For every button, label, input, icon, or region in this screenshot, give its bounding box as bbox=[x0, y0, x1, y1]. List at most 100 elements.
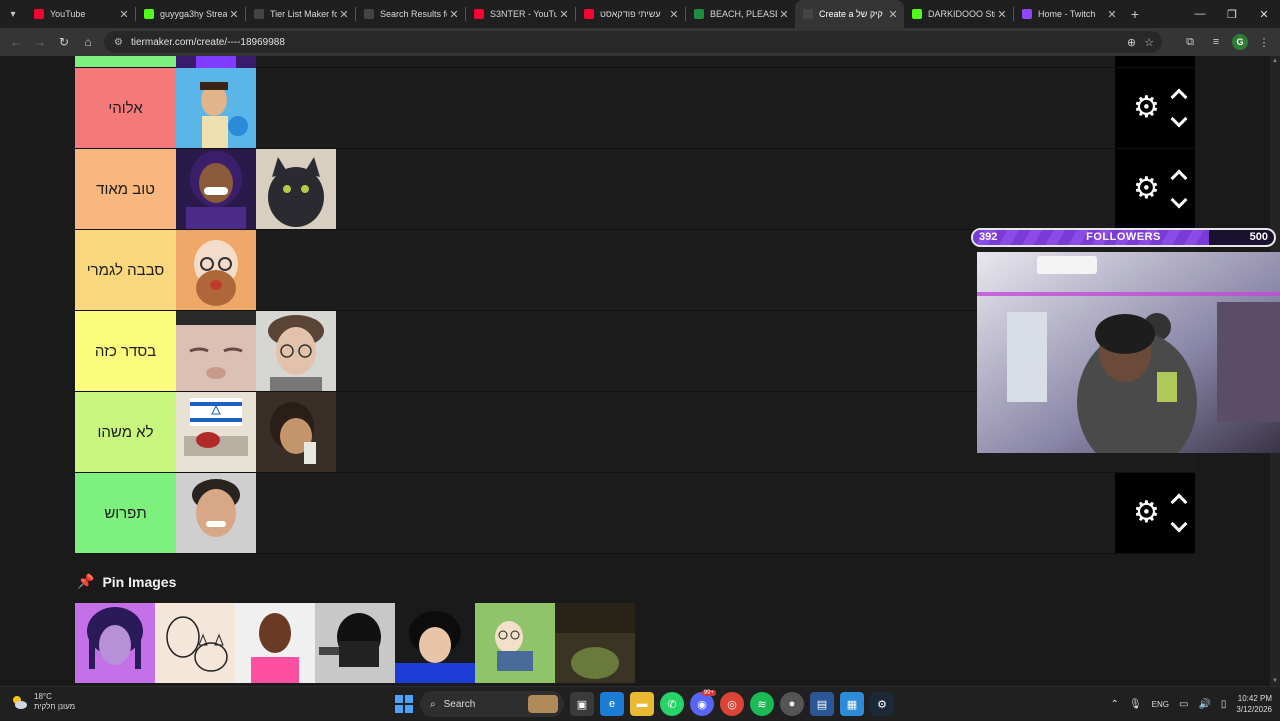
tier-label[interactable]: בסדר כזה bbox=[75, 311, 176, 391]
tier-label[interactable]: טוב מאוד bbox=[75, 149, 176, 229]
tier-items[interactable] bbox=[176, 68, 256, 148]
tier-image-anime-dark-character[interactable] bbox=[395, 603, 475, 683]
taskbar-search[interactable]: ⌕ Search bbox=[420, 691, 564, 717]
tier-image-smiling-man-purple-hood[interactable] bbox=[176, 149, 256, 229]
tier-image-smiling-man-curly[interactable] bbox=[176, 473, 256, 553]
move-down-icon[interactable] bbox=[1170, 110, 1188, 128]
chrome-icon[interactable]: ◎ bbox=[720, 692, 744, 716]
gear-icon[interactable]: ⚙ bbox=[1133, 93, 1160, 123]
tab-close-icon[interactable]: ✕ bbox=[1105, 8, 1119, 21]
minimize-button[interactable]: — bbox=[1184, 0, 1216, 28]
tier-image-pinchas-liv-poster[interactable] bbox=[555, 603, 635, 683]
tab-close-icon[interactable]: ✕ bbox=[447, 8, 461, 21]
tier-items[interactable] bbox=[176, 311, 336, 391]
browser-tab[interactable]: עשיתי פודקאסט ✕ bbox=[576, 0, 685, 28]
tier-image-masked-figure-gun[interactable] bbox=[315, 603, 395, 683]
tier-image-avatar-purple-top[interactable] bbox=[176, 56, 256, 68]
obs-icon[interactable]: ● bbox=[780, 692, 804, 716]
tier-items[interactable] bbox=[176, 230, 256, 310]
browser-tab[interactable]: Create a קיק של ✕ bbox=[795, 0, 904, 28]
browser-tab[interactable]: YouTube ✕ bbox=[26, 0, 135, 28]
tab-close-icon[interactable]: ✕ bbox=[886, 8, 900, 21]
bookmark-star-icon[interactable]: ☆ bbox=[1144, 36, 1154, 49]
tier-image-cartoon-lying-green[interactable] bbox=[475, 603, 555, 683]
task-view-icon[interactable]: ▣ bbox=[570, 692, 594, 716]
browser-menu-icon[interactable]: ⋮ bbox=[1254, 30, 1274, 54]
tab-close-icon[interactable]: ✕ bbox=[227, 8, 241, 21]
move-up-icon[interactable] bbox=[1170, 169, 1188, 187]
photos-icon[interactable]: ▦ bbox=[840, 692, 864, 716]
browser-tab[interactable]: guyyga3hy Stream✕ bbox=[136, 0, 245, 28]
tier-image-closeup-face[interactable] bbox=[176, 311, 256, 391]
tier-image-sketch-man-with-cat[interactable] bbox=[155, 603, 235, 683]
move-up-icon[interactable] bbox=[1170, 493, 1188, 511]
tab-close-icon[interactable]: ✕ bbox=[337, 8, 351, 21]
file-explorer-icon[interactable]: ▬ bbox=[630, 692, 654, 716]
media-control-icon[interactable]: ≡ bbox=[1206, 30, 1226, 54]
extensions-icon[interactable]: ⧉ bbox=[1180, 30, 1200, 54]
spotify-icon[interactable]: ≋ bbox=[750, 692, 774, 716]
volume-icon[interactable]: 🔊 bbox=[1198, 699, 1210, 710]
browser-tab[interactable]: DARKIDOOO Strea✕ bbox=[904, 0, 1013, 28]
move-down-icon[interactable] bbox=[1170, 515, 1188, 533]
forward-button[interactable]: → bbox=[28, 30, 52, 54]
tier-image-israel-flag-painting[interactable] bbox=[176, 392, 256, 472]
new-tab-button[interactable]: + bbox=[1123, 6, 1147, 22]
tier-image-purple-dreadlocks-avatar[interactable] bbox=[75, 603, 155, 683]
browser-tab[interactable]: S3NTER - YouTub ✕ bbox=[466, 0, 575, 28]
language-indicator[interactable]: ENG bbox=[1152, 700, 1169, 709]
steam-icon[interactable]: ⚙ bbox=[870, 692, 894, 716]
tier-label[interactable]: לא משהו bbox=[75, 392, 176, 472]
browser-tab[interactable]: Home - Twitch ✕ bbox=[1014, 0, 1123, 28]
tier-image-man-with-glasses[interactable] bbox=[256, 311, 336, 391]
tier-image-black-cat[interactable] bbox=[256, 149, 336, 229]
move-down-icon[interactable] bbox=[1170, 191, 1188, 209]
discord-icon[interactable]: ◉ 99+ bbox=[690, 690, 716, 716]
taskbar-clock[interactable]: 10:42 PM 3/12/2026 bbox=[1236, 693, 1272, 715]
home-button[interactable]: ⌂ bbox=[76, 30, 100, 54]
tier-image-man-drinking[interactable] bbox=[256, 392, 336, 472]
network-icon[interactable]: ▭ bbox=[1179, 699, 1188, 710]
windows-start-icon[interactable] bbox=[394, 694, 414, 714]
reload-button[interactable]: ↻ bbox=[52, 30, 76, 54]
tier-image-man-pink-shirt[interactable] bbox=[235, 603, 315, 683]
tier-image-cartoon-man-blue-bg[interactable] bbox=[176, 68, 256, 148]
zoom-icon[interactable]: ⊕ bbox=[1127, 36, 1136, 49]
tier-label[interactable]: אלוהי bbox=[75, 68, 176, 148]
tab-close-icon[interactable]: ✕ bbox=[995, 8, 1009, 21]
battery-icon[interactable]: ▯ bbox=[1221, 699, 1227, 710]
tier-items[interactable] bbox=[176, 56, 256, 68]
browser-tab[interactable]: Tier List Maker fo ✕ bbox=[246, 0, 355, 28]
edge-icon[interactable]: e bbox=[600, 692, 624, 716]
gear-icon[interactable]: ⚙ bbox=[1133, 498, 1160, 528]
tab-close-icon[interactable]: ✕ bbox=[667, 8, 681, 21]
notepad-icon[interactable]: ▤ bbox=[810, 692, 834, 716]
tab-close-icon[interactable]: ✕ bbox=[777, 8, 791, 21]
tray-overflow-icon[interactable]: ⌃ bbox=[1111, 699, 1119, 710]
tab-close-icon[interactable]: ✕ bbox=[117, 8, 131, 21]
tier-label[interactable]: סבבה לגמרי bbox=[75, 230, 176, 310]
browser-tab[interactable]: BEACH, PLEASE! F✕ bbox=[686, 0, 795, 28]
tier-items[interactable] bbox=[176, 149, 336, 229]
tier-label[interactable]: תפרוש bbox=[75, 473, 176, 553]
tier-image-bald-bearded-cartoon[interactable] bbox=[176, 230, 256, 310]
scroll-down-icon[interactable]: ▼ bbox=[1272, 678, 1278, 684]
tab-close-icon[interactable]: ✕ bbox=[557, 8, 571, 21]
close-window-button[interactable]: ✕ bbox=[1248, 0, 1280, 28]
tier-items[interactable] bbox=[176, 473, 256, 553]
profile-avatar[interactable]: G bbox=[1232, 34, 1248, 50]
gear-icon[interactable]: ⚙ bbox=[1133, 174, 1160, 204]
back-button[interactable]: ← bbox=[4, 30, 28, 54]
scroll-up-icon[interactable]: ▲ bbox=[1272, 58, 1278, 64]
tab-search-button[interactable]: ▾ bbox=[0, 0, 26, 28]
tier-items[interactable] bbox=[176, 392, 336, 472]
weather-widget[interactable]: 18°C מעונן חלקית bbox=[10, 692, 75, 712]
tier-label[interactable] bbox=[75, 56, 176, 67]
microphone-icon[interactable]: 🎙 bbox=[1129, 699, 1142, 710]
move-up-icon[interactable] bbox=[1170, 88, 1188, 106]
whatsapp-icon[interactable]: ✆ bbox=[660, 692, 684, 716]
maximize-button[interactable]: ❐ bbox=[1216, 0, 1248, 28]
browser-tab[interactable]: Search Results fo ✕ bbox=[356, 0, 465, 28]
site-info-icon[interactable]: ⚙ bbox=[114, 37, 123, 48]
address-bar[interactable]: ⚙ tiermaker.com/create/----18969988 ⊕ ☆ bbox=[104, 31, 1162, 53]
